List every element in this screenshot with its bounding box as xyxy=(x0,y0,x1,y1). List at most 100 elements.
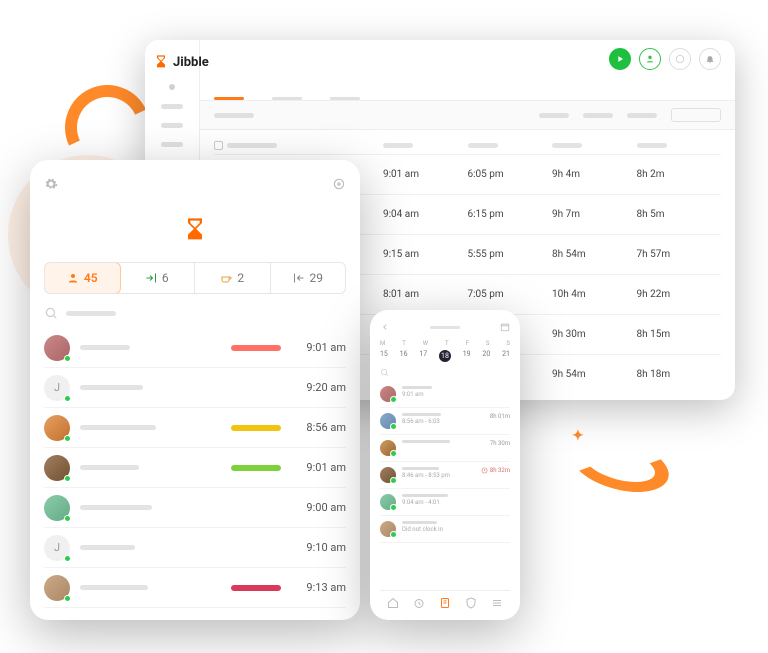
chevron-left-icon[interactable] xyxy=(380,322,390,332)
duration: 7h 30m xyxy=(490,440,510,447)
filter[interactable] xyxy=(539,113,569,118)
avatar xyxy=(380,494,396,510)
calendar-day-label: S xyxy=(486,340,490,347)
avatar xyxy=(380,413,396,429)
search-icon xyxy=(44,306,58,320)
tablet-search[interactable] xyxy=(44,306,346,320)
avatar xyxy=(380,386,396,402)
select-all-checkbox[interactable] xyxy=(214,141,223,150)
tablet-logo xyxy=(44,216,346,244)
segment-present[interactable]: 45 xyxy=(44,262,121,294)
cell-in: 9:01 am xyxy=(383,169,468,180)
list-item[interactable]: 9:04 am - 4:01 xyxy=(380,489,510,516)
shield-icon[interactable] xyxy=(465,597,477,609)
cell-gross: 9h 7m xyxy=(552,209,637,220)
list-item[interactable]: 8:56 am xyxy=(44,408,346,448)
cell-out: 6:15 pm xyxy=(468,209,553,220)
calendar-date[interactable]: 20 xyxy=(482,350,490,362)
cell-out: 7:05 pm xyxy=(468,289,553,300)
cell-net: 7h 57m xyxy=(637,249,722,260)
cell-in: 9:15 am xyxy=(383,249,468,260)
desktop-filters xyxy=(200,101,735,130)
status-bar xyxy=(231,425,281,431)
list-item[interactable]: 9:01 am xyxy=(44,328,346,368)
phone-topbar xyxy=(380,320,510,334)
calendar-date[interactable]: 18 xyxy=(439,350,451,362)
segment-in[interactable]: 6 xyxy=(120,263,196,293)
calendar-day-label: T xyxy=(445,340,449,347)
list-item[interactable]: Did not clock in xyxy=(380,516,510,543)
filter[interactable] xyxy=(214,113,254,118)
cell-net: 8h 15m xyxy=(637,329,722,340)
sidebar-item[interactable] xyxy=(161,104,183,109)
cell-gross: 9h 54m xyxy=(552,369,637,380)
segment-count: 45 xyxy=(84,271,98,285)
calendar-icon[interactable] xyxy=(500,322,510,332)
calendar-date[interactable]: 21 xyxy=(502,350,510,362)
list-item[interactable]: J 9:20 am xyxy=(44,368,346,408)
avatar xyxy=(44,415,70,441)
play-button[interactable] xyxy=(609,48,631,70)
cell-net: 8h 5m xyxy=(637,209,722,220)
cell-in: 9:04 am xyxy=(383,209,468,220)
tab[interactable] xyxy=(330,97,360,100)
export-button[interactable] xyxy=(671,108,721,122)
clock-in-time: 9:10 am xyxy=(291,541,346,554)
calendar-day-label: W xyxy=(423,340,428,347)
list-item[interactable]: 7h 30m xyxy=(380,435,510,462)
calendar-day-label: S xyxy=(506,340,510,347)
calendar-date[interactable]: 15 xyxy=(380,350,388,362)
user-button[interactable] xyxy=(639,48,661,70)
list-item[interactable]: 9:13 am xyxy=(44,568,346,608)
filter[interactable] xyxy=(627,113,657,118)
home-icon[interactable] xyxy=(387,597,399,609)
tablet-window: 45 6 2 29 9:01 am J 9:20 am xyxy=(30,160,360,620)
desktop-topbar xyxy=(200,40,735,78)
cell-out: 6:05 pm xyxy=(468,169,553,180)
cell-in: 8:01 am xyxy=(383,289,468,300)
phone-window: MTWTFSS 15161718192021 9:01 am 8:56 am -… xyxy=(370,310,520,620)
tab[interactable] xyxy=(272,97,302,100)
phone-calendar: MTWTFSS 15161718192021 xyxy=(380,340,510,362)
list-item[interactable]: 9:01 am xyxy=(44,448,346,488)
list-item[interactable]: J 9:10 am xyxy=(44,528,346,568)
help-icon xyxy=(675,54,685,64)
cell-gross: 9h 4m xyxy=(552,169,637,180)
filter[interactable] xyxy=(583,113,613,118)
segment-break[interactable]: 2 xyxy=(195,263,271,293)
notifications-button[interactable] xyxy=(699,48,721,70)
calendar-date[interactable]: 16 xyxy=(400,350,408,362)
calendar-date[interactable]: 17 xyxy=(419,350,427,362)
time-range: 8:56 am - 6:03 xyxy=(402,418,484,425)
time-range: 8:46 am - 8:53 pm xyxy=(402,472,475,479)
list-item[interactable]: 8:46 am - 8:53 pm 8h 32m xyxy=(380,462,510,489)
play-icon xyxy=(615,54,625,64)
segment-count: 29 xyxy=(310,271,324,285)
gear-icon[interactable] xyxy=(44,177,58,191)
list-item[interactable]: 9:01 am xyxy=(380,381,510,408)
sidebar-item[interactable] xyxy=(161,142,183,147)
timesheets-icon[interactable] xyxy=(439,597,451,609)
cell-gross: 10h 4m xyxy=(552,289,637,300)
clock-in-time: 9:20 am xyxy=(291,381,346,394)
help-button[interactable] xyxy=(669,48,691,70)
cell-net: 9h 22m xyxy=(637,289,722,300)
tab-active[interactable] xyxy=(214,97,244,100)
whos-in-list: 9:01 am J 9:20 am 8:56 am 9:01 am 9:00 a… xyxy=(44,328,346,610)
sidebar-item[interactable] xyxy=(161,123,183,128)
list-item[interactable]: 9:00 am xyxy=(44,488,346,528)
calendar-day-label: F xyxy=(466,340,469,347)
sidebar-item[interactable] xyxy=(169,84,175,90)
menu-icon[interactable] xyxy=(491,597,503,609)
timer-icon[interactable] xyxy=(413,597,425,609)
phone-search[interactable] xyxy=(380,368,510,377)
list-item[interactable]: 8:56 am - 6:03 8h 01m xyxy=(380,408,510,435)
clock-in-time: 9:01 am xyxy=(291,461,346,474)
segment-out[interactable]: 29 xyxy=(271,263,346,293)
clock-in-time: 9:01 am xyxy=(291,341,346,354)
calendar-date[interactable]: 19 xyxy=(463,350,471,362)
tablet-topbar xyxy=(44,174,346,194)
target-icon[interactable] xyxy=(332,177,346,191)
clock-in-time: 9:13 am xyxy=(291,581,346,594)
cell-gross: 8h 54m xyxy=(552,249,637,260)
